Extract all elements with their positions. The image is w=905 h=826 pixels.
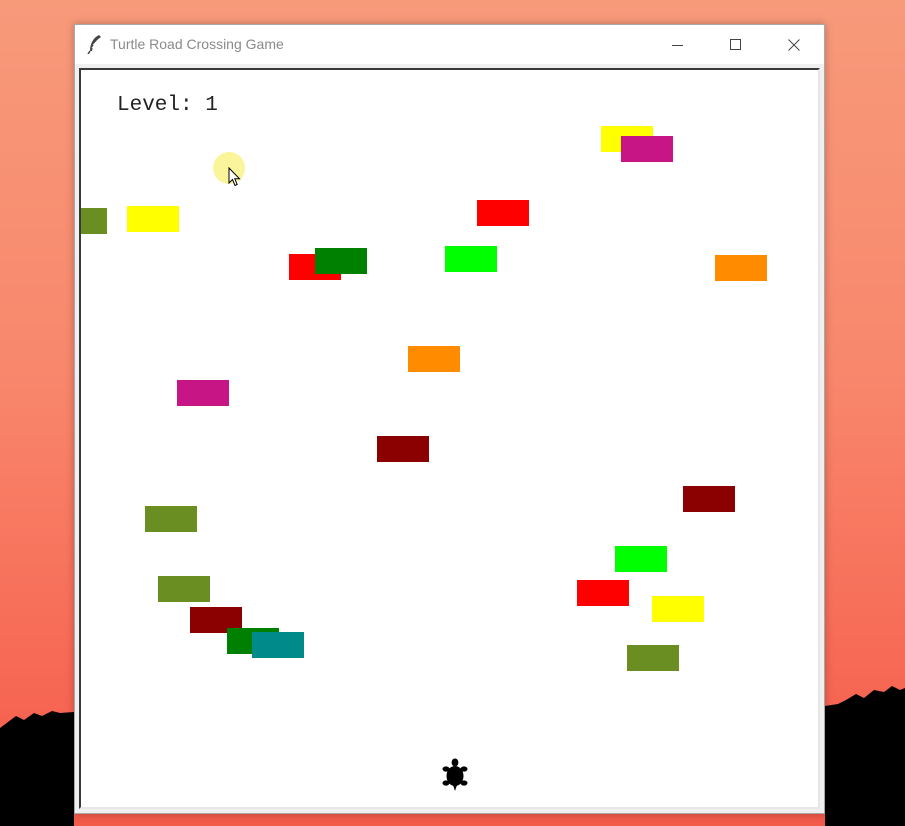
car-teal <box>252 632 304 658</box>
car-orange <box>715 255 767 281</box>
maximize-button[interactable] <box>707 25 765 64</box>
minimize-icon <box>672 44 683 46</box>
game-window: Turtle Road Crossing Game Level: 1 <box>74 24 825 814</box>
car-olive <box>81 208 107 234</box>
car-olive <box>145 506 197 532</box>
car-yellow <box>127 206 179 232</box>
car-red <box>577 580 629 606</box>
feather-icon <box>87 35 101 54</box>
window-title: Turtle Road Crossing Game <box>110 36 284 52</box>
title-bar[interactable]: Turtle Road Crossing Game <box>75 25 824 64</box>
game-canvas[interactable]: Level: 1 <box>79 68 820 809</box>
mouse-cursor-icon <box>228 167 241 187</box>
close-icon <box>788 38 800 51</box>
car-green <box>315 248 367 274</box>
car-red <box>477 200 529 226</box>
turtle-icon[interactable] <box>442 758 468 792</box>
car-darkred <box>683 486 735 512</box>
maximize-icon <box>730 38 741 50</box>
car-magenta <box>621 136 673 162</box>
car-lime <box>445 246 497 272</box>
car-darkred <box>377 436 429 462</box>
car-olive <box>627 645 679 671</box>
car-olive <box>158 576 210 602</box>
car-lime <box>615 546 667 572</box>
minimize-button[interactable] <box>649 25 707 64</box>
close-button[interactable] <box>765 25 823 64</box>
car-magenta <box>177 380 229 406</box>
car-yellow <box>652 596 704 622</box>
level-indicator: Level: 1 <box>117 94 218 117</box>
car-orange <box>408 346 460 372</box>
